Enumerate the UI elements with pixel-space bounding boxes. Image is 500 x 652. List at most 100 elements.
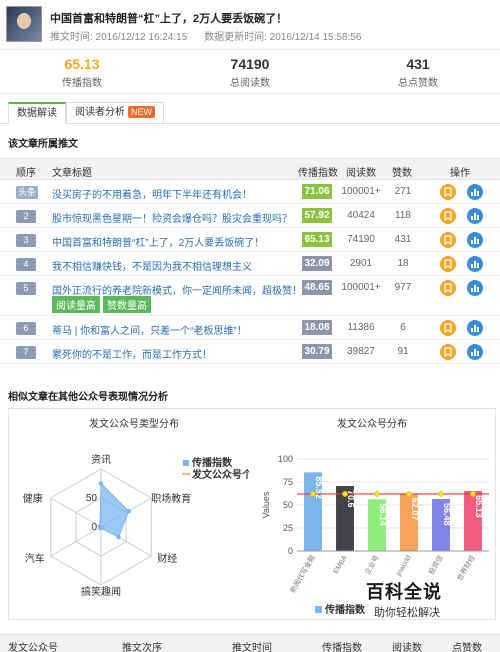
bar-value-label: 56.48 <box>442 503 452 526</box>
y-tick-label: 100 <box>278 454 293 464</box>
bookmark-icon[interactable] <box>440 232 456 248</box>
read-count: 39827 <box>347 346 375 357</box>
stat-total-reads: 74190 总阅读数 <box>230 56 270 89</box>
row-index: 5 <box>16 282 36 295</box>
spread-score: 48.65 <box>302 280 332 295</box>
x-tick-label: jnworld <box>395 554 413 578</box>
line-point <box>470 491 476 497</box>
bar-chart-icon[interactable] <box>467 320 483 336</box>
bookmark-icon[interactable] <box>440 280 456 296</box>
table-row[interactable]: 5 国外正流行的养老院新模式，你一定闻所未闻，超极赞！ 阅读量高 赞数量高 48.65 1… <box>0 276 500 316</box>
radar-point <box>116 534 121 540</box>
bookmark-icon[interactable] <box>440 344 456 360</box>
bar-chart-icon[interactable] <box>467 256 483 272</box>
stats-bar: 65.13 传播指数 74190 总阅读数 431 总点赞数 <box>0 52 500 94</box>
radar-axis-label: 搞笑趣闻 <box>81 585 121 598</box>
spread-score: 18.08 <box>302 320 332 335</box>
update-time: 数据更新时间: 2016/12/14 15:58:56 <box>204 32 362 43</box>
radar-axis-label: 职场教育 <box>151 492 191 505</box>
account-avatar[interactable] <box>6 6 42 42</box>
article-link[interactable]: 没买房子的不用着急，明年下半年还有机会！ <box>52 186 252 201</box>
bookmark-icon[interactable] <box>440 320 456 336</box>
x-tick-label: EMBA <box>333 554 349 575</box>
bar-value-label: 65.13 <box>474 495 484 518</box>
stat-total-likes: 431 总点赞数 <box>398 56 438 89</box>
article-link[interactable]: 股市惊现黑色星期一！险资会爆仓吗？股灾会重现吗？ <box>52 210 292 225</box>
bookmark-icon[interactable] <box>440 256 456 272</box>
table-row[interactable]: 头条 没买房子的不用着急，明年下半年还有机会！ 71.06 100001+ 271 <box>0 180 500 204</box>
legend-label: 传播指数 <box>191 456 233 469</box>
new-badge: NEW <box>128 106 155 118</box>
row-index: 3 <box>16 234 36 247</box>
table-row[interactable]: 6 蒂马 | 你和富人之间，只差一个“老板思维”！ 18.08 11386 6 <box>0 316 500 340</box>
read-count: 100001+ <box>341 282 381 293</box>
line-point <box>374 491 380 497</box>
article-header: 中国首富和特朗普“杠”上了，2万人要丢饭碗了！ 推文时间: 2016/12/12… <box>0 0 500 50</box>
bar-chart-icon[interactable] <box>467 208 483 224</box>
radar-area <box>99 482 130 538</box>
y-tick-label: 75 <box>283 477 293 487</box>
like-count: 271 <box>394 186 412 197</box>
stat-spread-index: 65.13 传播指数 <box>62 56 102 89</box>
x-tick-label: 企业号 <box>362 554 380 577</box>
section-title-push: 该文章所属推文 <box>8 139 78 150</box>
table-row[interactable]: 7 累死你的不是工作，而是工作方式！ 30.79 39827 91 <box>0 340 500 364</box>
table-header: 顺序 文章标题 传播指数 阅读数 赞数 操作 <box>0 158 500 180</box>
row-index: 4 <box>16 258 36 271</box>
article-link[interactable]: 累死你的不是工作，而是工作方式！ <box>52 346 212 361</box>
spread-score: 71.06 <box>302 184 332 199</box>
spread-score: 32.09 <box>302 256 332 271</box>
x-tick-label: 新闻代写金融 <box>288 554 317 595</box>
bar-chart-icon[interactable] <box>467 280 483 296</box>
radar-axis-label: 健康 <box>23 492 43 505</box>
bar-chart-icon[interactable] <box>467 232 483 248</box>
row-index: 6 <box>16 322 36 335</box>
like-count: 431 <box>394 234 412 245</box>
radar-axis-label: 财经 <box>157 552 177 565</box>
radar-chart: 资讯职场教育财经搞笑趣闻 汽车 健康 50 0 传播指数发文公众号个 <box>23 454 249 598</box>
y-tick-label: 25 <box>283 523 293 533</box>
bar-chart-icon[interactable] <box>467 184 483 200</box>
table-row[interactable]: 2 股市惊现黑色星期一！险资会爆仓吗？股灾会重现吗？ 57.92 40424 118 <box>0 204 500 228</box>
y-axis-label: Values <box>261 491 271 518</box>
table-row[interactable]: 3 中国首富和特朗普“杠”上了，2万人要丢饭碗了！ 65.13 74190 431 <box>0 228 500 252</box>
like-count: 91 <box>397 346 409 357</box>
line-point <box>406 491 412 497</box>
radar-axis-label: 汽车 <box>25 552 45 565</box>
tab-reader-analysis[interactable]: 阅读者分析 NEW <box>66 102 164 124</box>
radar-axis-label: 资讯 <box>91 454 111 466</box>
publish-time: 推文时间: 2016/12/12 16:24:15 <box>50 32 188 43</box>
row-tags: 阅读量高 赞数量高 <box>52 296 154 313</box>
bar-value-label: 85.52 <box>314 476 324 499</box>
legend-swatch <box>315 606 322 613</box>
read-count: 74190 <box>347 234 375 245</box>
article-title: 中国首富和特朗普“杠”上了，2万人要丢饭碗了！ <box>50 13 288 25</box>
row-tag: 赞数量高 <box>103 296 151 313</box>
line-point <box>342 491 348 497</box>
like-count: 118 <box>395 210 411 221</box>
row-index: 头条 <box>16 186 38 199</box>
line-point <box>310 491 316 497</box>
radar-point <box>97 524 103 529</box>
line-point <box>438 491 444 497</box>
radar-point <box>98 481 104 486</box>
spread-score: 57.92 <box>302 208 332 223</box>
article-link[interactable]: 国外正流行的养老院新模式，你一定闻所未闻，超极赞！ <box>52 282 302 297</box>
article-link[interactable]: 中国首富和特朗普“杠”上了，2万人要丢饭碗了！ <box>52 234 264 249</box>
row-index: 2 <box>16 210 36 223</box>
radar-point <box>126 508 131 514</box>
article-link[interactable]: 我不相信赚快钱，不是因为我不相信理想主义 <box>52 258 252 273</box>
read-count: 2901 <box>349 258 373 269</box>
table-body: 头条 没买房子的不用着急，明年下半年还有机会！ 71.06 100001+ 271 2 股市… <box>0 180 500 364</box>
article-link[interactable]: 蒂马 | 你和富人之间，只差一个“老板思维”！ <box>52 322 247 337</box>
table-row[interactable]: 4 我不相信赚快钱，不是因为我不相信理想主义 32.09 2901 18 <box>0 252 500 276</box>
legend-swatch <box>183 460 189 466</box>
bookmark-icon[interactable] <box>440 184 456 200</box>
section-title-similar: 相似文章在其他公众号表现情况分析 <box>8 392 168 403</box>
read-count: 100001+ <box>341 186 381 197</box>
similar-table-header: 发文公众号 推文次序 推文时间 传播指数 阅读数 点赞数 <box>0 634 500 652</box>
tab-data-interpretation[interactable]: 数据解读 <box>8 102 66 124</box>
radar-tick-label: 0 <box>91 522 97 533</box>
bookmark-icon[interactable] <box>440 208 456 224</box>
bar-chart-icon[interactable] <box>467 344 483 360</box>
